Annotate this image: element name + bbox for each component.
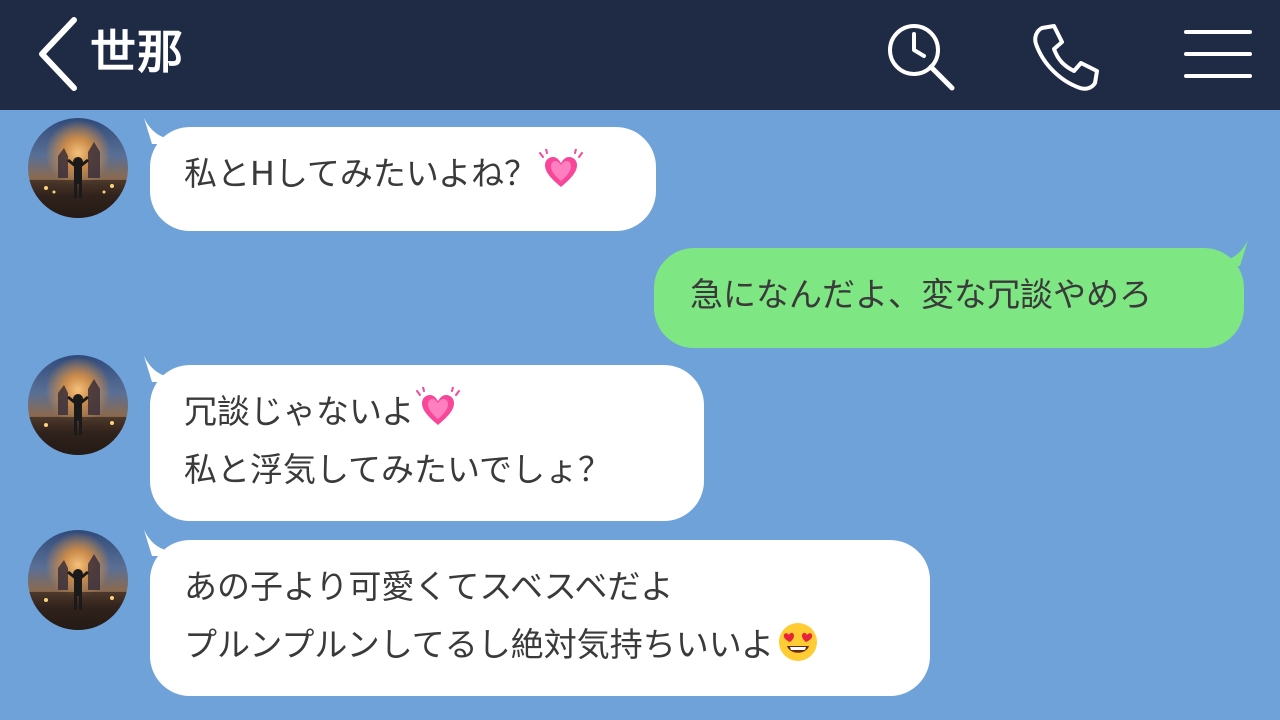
back-button[interactable] (30, 14, 86, 94)
avatar-photo (28, 379, 128, 455)
phone-icon (1033, 24, 1099, 91)
chat-title: 世那 (90, 25, 184, 79)
search-history-icon (888, 24, 955, 91)
call-button[interactable] (1028, 18, 1104, 94)
message-text: あの子より可愛くてスベスベだよ (184, 567, 674, 606)
chat-app: 世那 私とHしてみたいよね？ 急になんだよ、変な冗談やめろ 冗談じゃないよ 私と… (0, 0, 1280, 720)
avatar-photo (28, 554, 128, 630)
search-button[interactable] (882, 18, 958, 94)
message-bubble[interactable]: あの子より可愛くてスベスベだよ プルンプルンしてるし絶対気持ちいいよ (150, 540, 930, 696)
avatar[interactable] (28, 530, 128, 630)
chat-header: 世那 (0, 0, 1280, 110)
menu-button[interactable] (1180, 18, 1256, 94)
growing-heart-emoji (539, 149, 584, 193)
message-text: 冗談じゃないよ (184, 383, 674, 441)
message-bubble[interactable]: 私とHしてみたいよね？ (150, 127, 656, 231)
chat-area[interactable]: 私とHしてみたいよね？ 急になんだよ、変な冗談やめろ 冗談じゃないよ 私と浮気し… (0, 110, 1280, 720)
message-text: 私と浮気してみたいでしょ？ (184, 450, 612, 489)
growing-heart-emoji (416, 387, 461, 431)
menu-icon (1184, 30, 1252, 78)
avatar[interactable] (28, 355, 128, 455)
heart-eyes-emoji (776, 620, 820, 664)
message-text: 急になんだよ、変な冗談やめろ (690, 275, 1152, 314)
chevron-left-icon (39, 17, 77, 91)
avatar-photo (28, 142, 128, 218)
avatar[interactable] (28, 118, 128, 218)
message-text: 私とHしてみたいよね？ (184, 145, 626, 203)
message-bubble[interactable]: 急になんだよ、変な冗談やめろ (654, 248, 1244, 348)
message-bubble[interactable]: 冗談じゃないよ 私と浮気してみたいでしょ？ (150, 365, 704, 521)
message-text: プルンプルンしてるし絶対気持ちいいよ (184, 616, 900, 674)
